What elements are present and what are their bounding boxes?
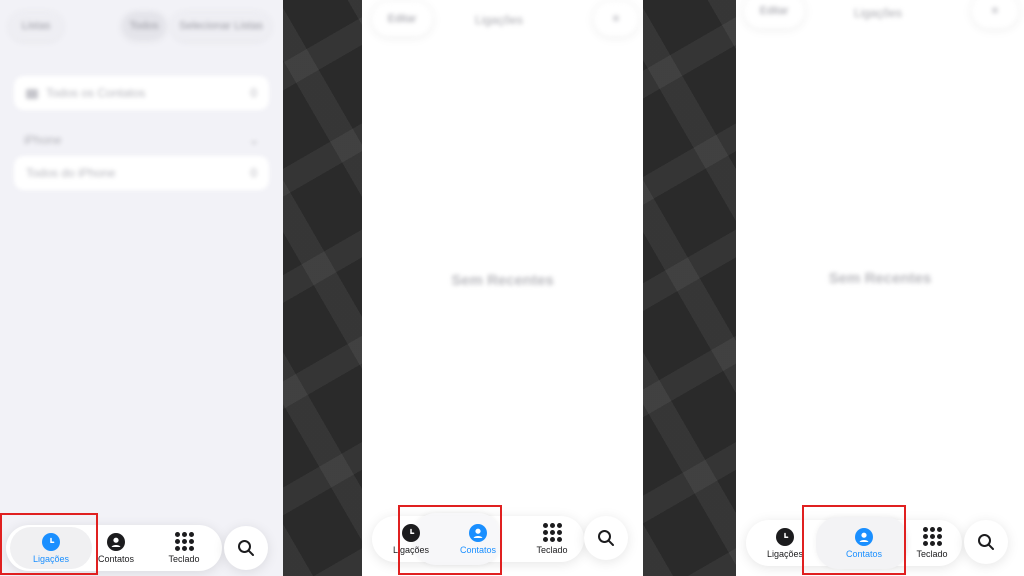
tab-keypad[interactable]: Teclado xyxy=(522,516,582,562)
wallpaper-gap-left xyxy=(283,0,362,576)
tab-bar: Ligações Contatos Teclado xyxy=(372,513,584,565)
tab-bar: Ligações Contatos Teclado xyxy=(6,525,222,571)
screen-title: Ligações xyxy=(475,13,523,27)
select-lists-label: Selecionar Listas xyxy=(179,20,263,32)
lists-button-label: Listas xyxy=(21,20,51,32)
search-button[interactable] xyxy=(224,526,268,570)
tab-keypad[interactable]: Teclado xyxy=(152,525,216,571)
person-circle-icon xyxy=(855,527,873,546)
all-toggle[interactable]: Todos xyxy=(122,12,166,40)
screen-title: Ligações xyxy=(854,6,902,20)
edit-button[interactable]: Editar xyxy=(372,2,432,36)
tab-contacts-label: Contatos xyxy=(459,544,497,555)
tab-bar: Ligações Contatos Teclado xyxy=(746,517,962,569)
tab-calls-label: Ligações xyxy=(32,553,70,564)
search-icon xyxy=(978,534,994,550)
keypad-grid-icon xyxy=(922,527,942,546)
tab-contacts-label: Contatos xyxy=(97,553,135,564)
search-icon xyxy=(238,540,254,556)
tab-calls-label: Ligações xyxy=(766,548,804,559)
search-button[interactable] xyxy=(964,520,1008,564)
search-icon xyxy=(598,530,614,546)
tab-keypad[interactable]: Teclado xyxy=(902,520,962,566)
tab-calls-label: Ligações xyxy=(392,544,430,555)
tab-contacts[interactable]: Contatos xyxy=(826,520,902,566)
iphone-section-header[interactable]: iPhone ⌄ xyxy=(24,133,259,147)
keypad-grid-icon xyxy=(174,532,194,551)
keypad-grid-icon xyxy=(542,523,562,542)
tab-keypad-label: Teclado xyxy=(916,549,948,559)
tab-contacts-label: Contatos xyxy=(845,548,883,559)
contacts-lists-screen: Listas Todos Selecionar Listas Todos os … xyxy=(0,0,283,576)
edit-button-label: Editar xyxy=(387,13,417,25)
tab-contacts[interactable]: Contatos xyxy=(88,525,144,571)
tab-keypad-label: Teclado xyxy=(536,545,568,555)
screen-title-text: Ligações xyxy=(475,13,524,27)
tab-contacts[interactable]: Contatos xyxy=(450,516,506,562)
filter-button[interactable]: ≡ xyxy=(972,0,1018,28)
person-circle-icon xyxy=(469,523,487,542)
empty-state-label: Sem Recentes xyxy=(451,272,554,289)
contacts-book-icon xyxy=(26,88,38,99)
tab-keypad-label: Teclado xyxy=(168,554,200,564)
tab-calls[interactable]: Ligações xyxy=(380,516,442,562)
wallpaper-gap-right xyxy=(643,0,736,576)
edit-button[interactable]: Editar xyxy=(744,0,804,28)
empty-state-text: Sem Recentes xyxy=(362,272,643,289)
clock-icon xyxy=(402,523,420,542)
recents-screen: Editar Ligações ≡ Sem Recentes Ligações … xyxy=(736,0,1024,576)
screen-title-text: Ligações xyxy=(854,6,903,20)
all-contacts-row[interactable]: Todos os Contatos 0 xyxy=(14,76,269,110)
filter-icon: ≡ xyxy=(612,13,620,25)
chevron-down-icon: ⌄ xyxy=(248,133,259,147)
select-lists-button[interactable]: Selecionar Listas xyxy=(172,12,270,40)
recents-screen-transition: Editar Ligações ≡ Sem Recentes Ligações … xyxy=(362,0,643,576)
clock-icon xyxy=(776,527,794,546)
search-button[interactable] xyxy=(584,516,628,560)
person-circle-icon xyxy=(107,532,125,551)
clock-icon xyxy=(42,532,60,551)
all-contacts-text: Todos os Contatos xyxy=(46,86,146,100)
all-contacts-count: 0 xyxy=(250,86,257,100)
tab-calls[interactable]: Ligações xyxy=(10,525,92,571)
edit-button-label: Editar xyxy=(759,5,789,17)
all-iphone-label: Todos do iPhone xyxy=(26,166,116,180)
all-iphone-count: 0 xyxy=(250,166,257,180)
lists-button[interactable]: Listas xyxy=(10,12,62,40)
tab-calls[interactable]: Ligações xyxy=(754,520,816,566)
filter-button[interactable]: ≡ xyxy=(594,2,638,36)
empty-state-label: Sem Recentes xyxy=(828,270,932,287)
all-toggle-label: Todos xyxy=(129,20,159,32)
filter-icon: ≡ xyxy=(991,5,999,17)
all-iphone-row[interactable]: Todos do iPhone 0 xyxy=(14,156,269,190)
all-contacts-label: Todos os Contatos xyxy=(26,86,145,100)
iphone-section-title: iPhone xyxy=(24,133,62,147)
empty-state-text: Sem Recentes xyxy=(736,270,1024,287)
